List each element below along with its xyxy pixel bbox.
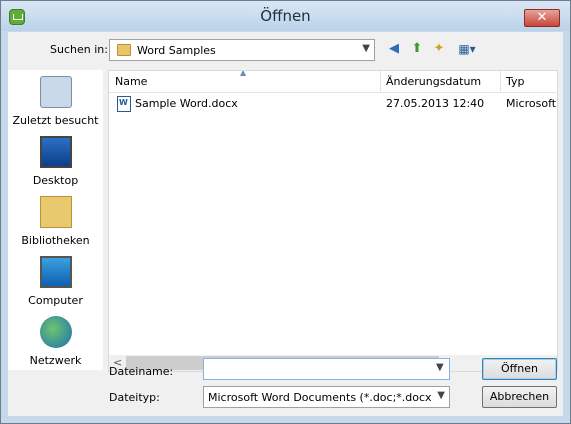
place-libraries[interactable]: Bibliotheken [8, 196, 103, 247]
filetype-value: Microsoft Word Documents (*.doc;*.docx;*… [208, 391, 432, 404]
dialog-title: Öffnen [260, 7, 311, 25]
filetype-select[interactable]: Microsoft Word Documents (*.doc;*.docx;*… [203, 386, 450, 408]
look-in-value: Word Samples [137, 44, 216, 57]
column-header-name[interactable]: Name [115, 75, 147, 88]
place-computer[interactable]: Computer [8, 256, 103, 307]
place-desktop[interactable]: Desktop [8, 136, 103, 187]
filename-input[interactable] [203, 358, 450, 380]
new-folder-button[interactable]: ✦ [429, 39, 449, 59]
open-dialog: Öffnen ✕ Suchen in: Word Samples ▼ ◀ ⬆ ✦… [0, 0, 571, 424]
libraries-icon [39, 196, 72, 228]
file-type: Microsoft [506, 97, 557, 110]
up-arrow-icon: ⬆ [411, 41, 423, 56]
desktop-icon [39, 136, 72, 168]
chevron-down-icon: ▼ [437, 390, 445, 401]
column-divider[interactable] [380, 71, 381, 92]
file-list-header: ▲ Name Änderungsdatum Typ [109, 71, 557, 93]
place-label: Bibliotheken [21, 234, 90, 247]
new-folder-icon: ✦ [433, 41, 445, 56]
back-arrow-icon: ◀ [389, 41, 399, 56]
column-header-type[interactable]: Typ [506, 75, 525, 88]
look-in-combo[interactable]: Word Samples ▼ [109, 39, 375, 61]
place-label: Desktop [32, 174, 79, 187]
chevron-down-icon[interactable]: ▼ [436, 362, 444, 373]
view-grid-icon: ▦▾ [458, 42, 476, 56]
place-label: Netzwerk [29, 354, 82, 367]
sort-ascending-icon: ▲ [240, 70, 247, 77]
column-divider[interactable] [500, 71, 501, 92]
file-date: 27.05.2013 12:40 [386, 97, 485, 110]
file-list[interactable]: ▲ Name Änderungsdatum Typ Sample Word.do… [108, 70, 558, 372]
file-row[interactable]: Sample Word.docx 27.05.2013 12:40 Micros… [109, 95, 557, 113]
place-label: Zuletzt besucht [12, 114, 99, 127]
place-label: Computer [28, 294, 83, 307]
network-icon [39, 316, 72, 348]
close-button[interactable]: ✕ [524, 9, 560, 27]
title-bar: Öffnen ✕ [1, 1, 570, 31]
cancel-button[interactable]: Abbrechen [482, 386, 557, 408]
place-network[interactable]: Netzwerk [8, 316, 103, 367]
places-bar: Zuletzt besucht Desktop Bibliotheken Com… [8, 70, 103, 370]
view-menu-button[interactable]: ▦▾ [454, 39, 480, 59]
open-button[interactable]: Öffnen [482, 358, 557, 380]
place-recent[interactable]: Zuletzt besucht [8, 76, 103, 127]
recent-places-icon [39, 76, 72, 108]
back-button[interactable]: ◀ [384, 39, 404, 59]
computer-icon [39, 256, 72, 288]
look-in-label: Suchen in: [50, 43, 108, 56]
file-name: Sample Word.docx [135, 97, 238, 110]
chevron-down-icon: ▼ [362, 43, 370, 54]
word-document-icon [117, 96, 131, 112]
filename-label: Dateiname: [109, 365, 174, 378]
filetype-label: Dateityp: [109, 391, 160, 404]
up-folder-button[interactable]: ⬆ [407, 39, 427, 59]
folder-icon [117, 44, 131, 56]
column-header-date[interactable]: Änderungsdatum [386, 75, 481, 88]
dialog-body: Suchen in: Word Samples ▼ ◀ ⬆ ✦ ▦▾ Zulet… [8, 32, 563, 416]
